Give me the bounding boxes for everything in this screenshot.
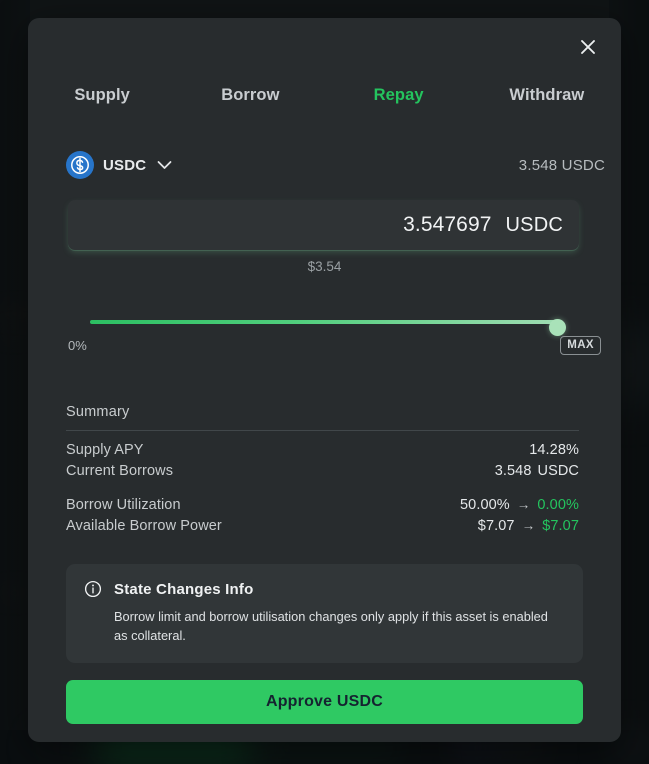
approve-button[interactable]: Approve USDC xyxy=(66,680,583,724)
summary-group-state-changes: Borrow Utilization 50.00% → 0.00% Availa… xyxy=(66,497,579,539)
token-symbol: USDC xyxy=(103,156,147,174)
amount-input[interactable]: 3.547697 USDC xyxy=(68,200,579,250)
summary-row-available-borrow-power: Available Borrow Power $7.07 → $7.07 xyxy=(66,518,579,538)
summary-group-primary: Supply APY 14.28% Current Borrows 3.548 … xyxy=(66,442,579,484)
summary-value: 3.548 USDC xyxy=(495,463,579,479)
close-icon xyxy=(578,37,598,57)
token-selector[interactable]: USDC xyxy=(66,151,172,179)
info-text: Borrow limit and borrow utilisation chan… xyxy=(114,609,548,643)
tab-withdraw[interactable]: Withdraw xyxy=(473,86,621,105)
summary-row-supply-apy: Supply APY 14.28% xyxy=(66,442,579,462)
summary-row-borrow-utilization: Borrow Utilization 50.00% → 0.00% xyxy=(66,497,579,517)
summary-value: 14.28% xyxy=(529,442,579,458)
state-changes-info-box: State Changes Info Borrow limit and borr… xyxy=(66,564,583,664)
tab-supply[interactable]: Supply xyxy=(28,86,176,105)
amount-slider[interactable] xyxy=(90,314,566,336)
summary-value-before: 50.00% xyxy=(459,497,510,513)
slider-min-label: 0% xyxy=(68,338,87,353)
summary-divider xyxy=(66,430,579,431)
tab-borrow-label: Borrow xyxy=(221,86,280,104)
summary-value-after: $7.07 xyxy=(542,518,579,534)
amount-fiat-value: $3.54 xyxy=(307,259,342,274)
summary-value: $7.07 → $7.07 xyxy=(478,518,579,534)
summary-label: Supply APY xyxy=(66,442,144,458)
chevron-down-icon xyxy=(155,160,172,170)
transaction-modal: Supply Borrow Repay Withdraw USDC 3.548 … xyxy=(28,18,621,742)
arrow-right-icon: → xyxy=(516,497,531,512)
slider-thumb[interactable] xyxy=(549,319,566,336)
amount-unit: USDC xyxy=(505,213,563,236)
summary-title: Summary xyxy=(66,404,130,420)
tab-repay-label: Repay xyxy=(373,86,424,104)
summary-value-unit: USDC xyxy=(537,463,579,479)
tab-repay[interactable]: Repay xyxy=(325,86,473,105)
tab-supply-label: Supply xyxy=(74,86,130,104)
info-header: State Changes Info xyxy=(84,580,565,598)
summary-label: Available Borrow Power xyxy=(66,518,222,534)
summary-value-after: 0.00% xyxy=(537,497,579,513)
summary-row-current-borrows: Current Borrows 3.548 USDC xyxy=(66,463,579,483)
tab-borrow[interactable]: Borrow xyxy=(176,86,324,105)
max-button[interactable]: MAX xyxy=(560,336,601,355)
info-circle-icon xyxy=(84,580,102,598)
summary-value-before: $7.07 xyxy=(477,518,515,534)
wallet-balance: 3.548 USDC xyxy=(518,156,605,174)
slider-track[interactable] xyxy=(90,319,566,336)
summary-value: 50.00% → 0.00% xyxy=(460,497,579,513)
amount-value: 3.547697 xyxy=(403,213,492,236)
tab-withdraw-label: Withdraw xyxy=(509,86,585,104)
usdc-token-icon xyxy=(66,151,94,179)
summary-value-text: 3.548 xyxy=(494,463,532,479)
summary-label: Current Borrows xyxy=(66,463,174,479)
summary-label: Borrow Utilization xyxy=(66,497,181,513)
action-tabs: Supply Borrow Repay Withdraw xyxy=(28,86,621,105)
close-button[interactable] xyxy=(571,30,605,64)
token-row: USDC 3.548 USDC xyxy=(66,148,605,182)
arrow-right-icon: → xyxy=(521,518,536,533)
summary-value-text: 14.28% xyxy=(529,442,579,458)
info-title: State Changes Info xyxy=(114,580,254,598)
